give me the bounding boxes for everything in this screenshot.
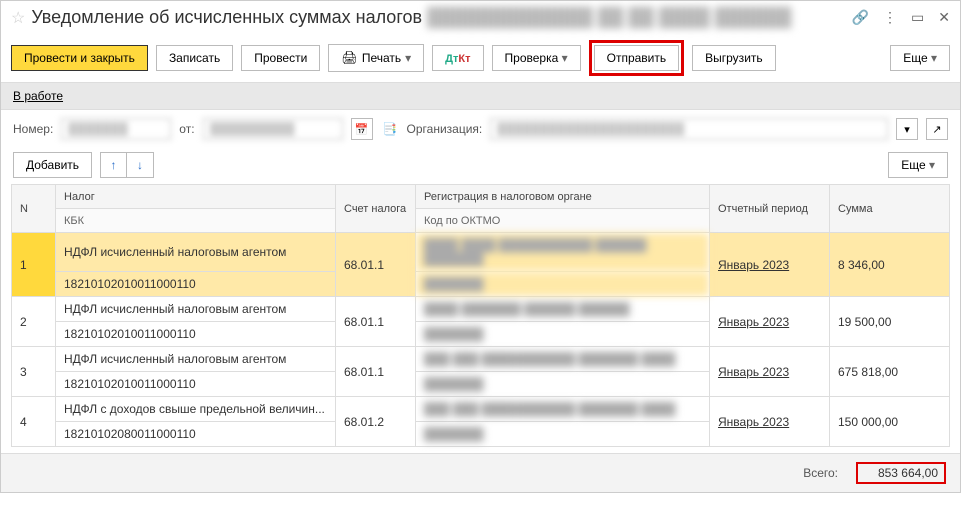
col-oktmo: Код по ОКТМО [416,209,710,233]
export-button[interactable]: Выгрузить [692,45,776,71]
table-row[interactable]: 2 НДФЛ исчисленный налоговым агентом 68.… [12,297,950,322]
cell-acc: 68.01.1 [336,233,416,297]
calendar-button[interactable]: 📅 [351,118,373,140]
cell-reg: ███ ███ ███████████ ███████ ████ [416,347,710,372]
cell-sum: 675 818,00 [830,347,950,397]
send-button[interactable]: Отправить [594,45,680,71]
add-button[interactable]: Добавить [13,152,92,178]
cell-acc: 68.01.2 [336,397,416,447]
cell-oktmo: ███████ [416,372,710,397]
close-icon[interactable]: ✕ [938,9,950,26]
cell-period[interactable]: Январь 2023 [710,233,830,297]
cell-tax: НДФЛ исчисленный налоговым агентом [56,347,336,372]
cell-tax: НДФЛ исчисленный налоговым агентом [56,233,336,272]
more-button[interactable]: Еще [890,45,950,71]
calendar-icon: 📅 [355,124,369,136]
table-row[interactable]: 1 НДФЛ исчисленный налоговым агентом 68.… [12,233,950,272]
cell-reg: ████ ███████ ██████ ██████ [416,297,710,322]
col-kbk: КБК [56,209,336,233]
print-button[interactable]: Печать [328,44,424,72]
status-link[interactable]: В работе [13,89,63,103]
cell-reg: ████ ████ ███████████ ██████ ███████ [416,233,710,272]
cell-kbk: 18210102010011000110 [56,272,336,297]
post-button[interactable]: Провести [241,45,320,71]
org-input[interactable] [490,118,888,140]
col-reg: Регистрация в налоговом органе [416,185,710,209]
col-period: Отчетный период [710,185,830,233]
number-input[interactable] [61,118,171,140]
bookmark-icon[interactable]: 📑 [381,120,399,138]
table-row[interactable]: 4 НДФЛ с доходов свыше предельной величи… [12,397,950,422]
date-input[interactable] [203,118,343,140]
cell-oktmo: ███████ [416,272,710,297]
cell-kbk: 18210102010011000110 [56,322,336,347]
table-row[interactable]: 3 НДФЛ исчисленный налоговым агентом 68.… [12,347,950,372]
menu-icon[interactable]: ⋮ [883,9,897,26]
cell-n: 1 [12,233,56,297]
dt-kt-button[interactable]: ДтКт [432,45,483,71]
col-sum: Сумма [830,185,950,233]
move-down-button[interactable]: ↓ [127,153,153,177]
cell-sum: 8 346,00 [830,233,950,297]
title-redacted: █████████████ ██ ██ ████ ██████ [427,7,791,27]
check-button[interactable]: Проверка [492,45,581,71]
col-acc: Счет налога [336,185,416,233]
printer-icon [341,50,358,66]
org-open-button[interactable]: ↗ [926,118,948,140]
cell-oktmo: ███████ [416,422,710,447]
favorite-star-icon[interactable]: ☆ [11,8,25,28]
highlight-send: Отправить [589,40,685,76]
dt-icon: Дт [445,53,458,65]
cell-tax: НДФЛ с доходов свыше предельной величин.… [56,397,336,422]
total-label: Всего: [803,466,838,480]
from-label: от: [179,122,194,136]
cell-period[interactable]: Январь 2023 [710,397,830,447]
org-label: Организация: [407,122,483,136]
total-value: 853 664,00 [856,462,946,484]
tax-table[interactable]: N Налог Счет налога Регистрация в налого… [11,184,950,447]
cell-oktmo: ███████ [416,322,710,347]
cell-reg: ███ ███ ███████████ ███████ ████ [416,397,710,422]
cell-sum: 19 500,00 [830,297,950,347]
page-title: Уведомление об исчисленных суммах налого… [31,7,851,28]
move-up-button[interactable]: ↑ [101,153,127,177]
cell-kbk: 18210102080011000110 [56,422,336,447]
cell-period[interactable]: Январь 2023 [710,297,830,347]
cell-acc: 68.01.1 [336,347,416,397]
cell-n: 4 [12,397,56,447]
kt-icon: Кт [458,53,470,65]
cell-sum: 150 000,00 [830,397,950,447]
save-button[interactable]: Записать [156,45,233,71]
org-select-button[interactable]: ▾ [896,118,918,140]
post-and-close-button[interactable]: Провести и закрыть [11,45,148,71]
col-tax: Налог [56,185,336,209]
cell-period[interactable]: Январь 2023 [710,347,830,397]
number-label: Номер: [13,122,53,136]
cell-n: 2 [12,297,56,347]
cell-tax: НДФЛ исчисленный налоговым агентом [56,297,336,322]
maximize-icon[interactable]: ▭ [911,9,924,26]
cell-kbk: 18210102010011000110 [56,372,336,397]
table-more-button[interactable]: Еще [888,152,948,178]
link-icon[interactable]: 🔗 [852,9,869,26]
col-n: N [12,185,56,233]
cell-n: 3 [12,347,56,397]
cell-acc: 68.01.1 [336,297,416,347]
